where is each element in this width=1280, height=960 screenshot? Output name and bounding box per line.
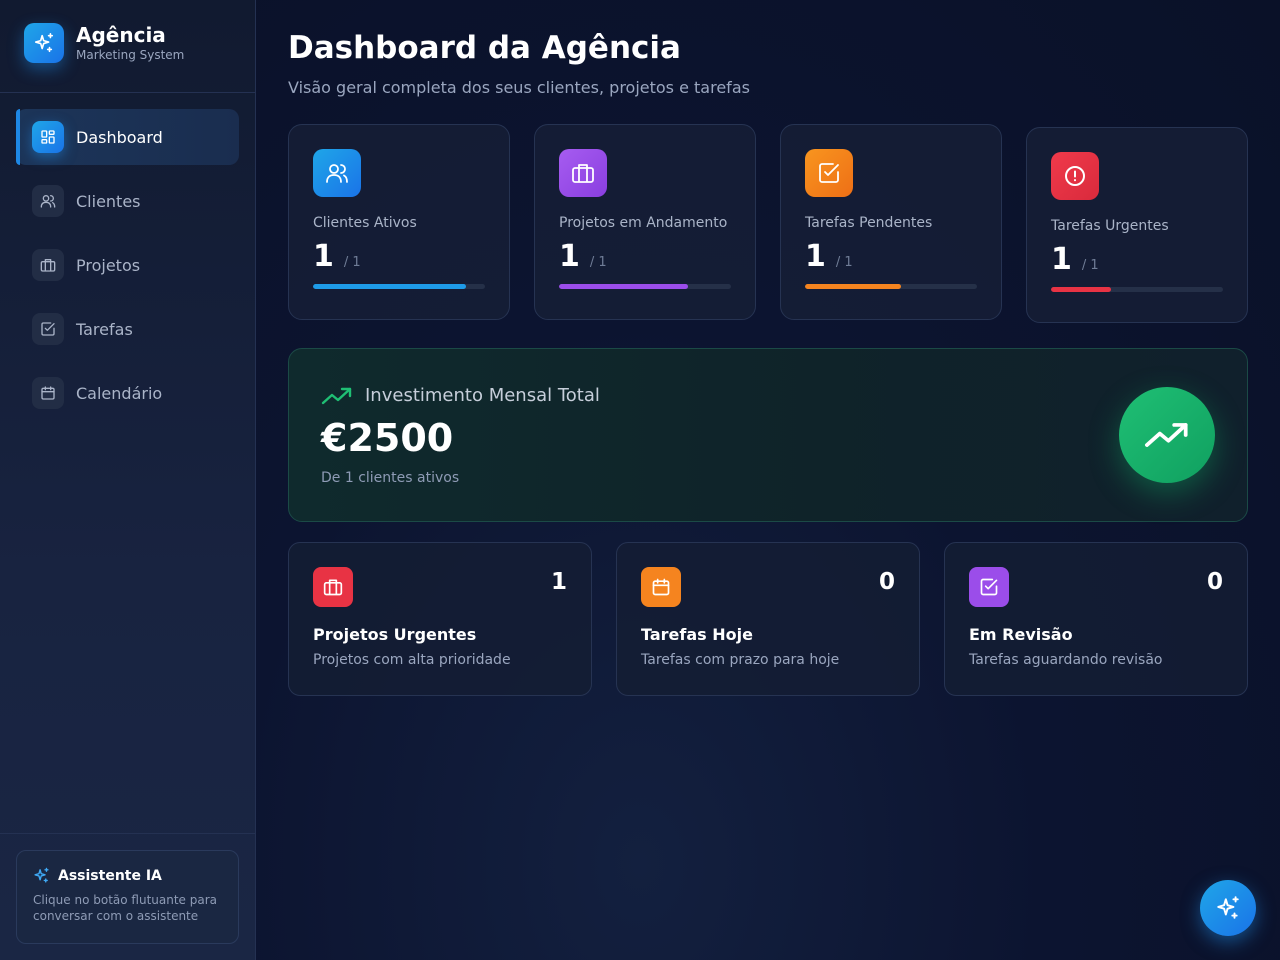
stat-label: Clientes Ativos — [313, 215, 417, 231]
sidebar-nav: Dashboard Clientes Projetos Tarefas Cale… — [0, 93, 255, 421]
assistant-card: Assistente IA Clique no botão flutuante … — [16, 850, 239, 944]
summary-count: 1 — [550, 569, 567, 595]
progress-bar — [559, 284, 731, 289]
summary-card-em-revisao[interactable]: 0 Em Revisão Tarefas aguardando revisão — [944, 542, 1248, 696]
investment-value: €2500 — [321, 416, 454, 460]
stat-value: 1 — [805, 239, 826, 274]
sidebar-footer: Assistente IA Clique no botão flutuante … — [0, 833, 255, 960]
summary-title: Em Revisão — [969, 625, 1073, 644]
stat-total: / 1 — [1081, 258, 1099, 273]
sidebar-item-label: Projetos — [76, 255, 141, 275]
sidebar-item-label: Tarefas — [76, 319, 133, 339]
sparkles-icon — [1215, 895, 1241, 921]
stat-card-clientes: Clientes Ativos 1 / 1 — [288, 124, 510, 320]
sidebar: Agência Marketing System Dashboard Clien… — [0, 0, 256, 960]
stat-label: Projetos em Andamento — [559, 215, 728, 231]
checkbox-icon — [805, 149, 853, 197]
stat-card-tarefas-urgentes: Tarefas Urgentes 1 / 1 — [1026, 127, 1248, 323]
sparkles-icon — [24, 22, 64, 63]
investment-card: Investimento Mensal Total €2500 De 1 cli… — [288, 348, 1248, 522]
sidebar-item-label: Calendário — [76, 383, 163, 403]
progress-bar — [1051, 287, 1223, 292]
progress-fill — [1051, 287, 1112, 292]
stat-total: / 1 — [343, 255, 361, 270]
summary-title: Projetos Urgentes — [313, 625, 477, 644]
progress-bar — [805, 284, 977, 289]
stat-total: / 1 — [835, 255, 853, 270]
alert-circle-icon — [1051, 152, 1099, 200]
investment-subtitle: De 1 clientes ativos — [321, 470, 460, 486]
summary-card-tarefas-hoje[interactable]: 0 Tarefas Hoje Tarefas com prazo para ho… — [616, 542, 920, 696]
progress-fill — [559, 284, 688, 289]
investment-label: Investimento Mensal Total — [365, 385, 600, 406]
sidebar-item-projetos[interactable]: Projetos — [16, 237, 239, 293]
summary-description: Projetos com alta prioridade — [313, 652, 511, 668]
progress-bar — [313, 284, 485, 289]
trending-up-icon — [321, 386, 353, 406]
brand-title: Agência — [76, 23, 166, 47]
page-title: Dashboard da Agência — [288, 30, 681, 66]
stat-card-tarefas-pendentes: Tarefas Pendentes 1 / 1 — [780, 124, 1002, 320]
sidebar-item-calendario[interactable]: Calendário — [16, 365, 239, 421]
sidebar-item-dashboard[interactable]: Dashboard — [16, 109, 239, 165]
sidebar-item-clientes[interactable]: Clientes — [16, 173, 239, 229]
users-icon — [32, 185, 64, 217]
summary-card-projetos-urgentes[interactable]: 1 Projetos Urgentes Projetos com alta pr… — [288, 542, 592, 696]
stat-total: / 1 — [589, 255, 607, 270]
assistant-description: Clique no botão flutuante para conversar… — [33, 893, 217, 923]
sidebar-item-tarefas[interactable]: Tarefas — [16, 301, 239, 357]
stat-value: 1 — [1051, 242, 1072, 277]
summary-count: 0 — [878, 569, 895, 595]
brand-subtitle: Marketing System — [76, 48, 185, 62]
calendar-icon — [32, 377, 64, 409]
checkbox-icon — [32, 313, 64, 345]
sparkles-icon — [33, 867, 50, 884]
dashboard-icon — [32, 121, 64, 153]
stat-card-projetos: Projetos em Andamento 1 / 1 — [534, 124, 756, 320]
assistant-fab-button[interactable] — [1200, 880, 1256, 936]
stat-label: Tarefas Pendentes — [805, 215, 933, 231]
users-icon — [313, 149, 361, 197]
briefcase-icon — [32, 249, 64, 281]
calendar-icon — [641, 567, 681, 607]
sidebar-item-label: Clientes — [76, 191, 141, 211]
progress-fill — [805, 284, 902, 289]
page-subtitle: Visão geral completa dos seus clientes, … — [288, 78, 750, 97]
summary-description: Tarefas aguardando revisão — [969, 652, 1163, 668]
brand: Agência Marketing System — [0, 0, 255, 93]
briefcase-icon — [313, 567, 353, 607]
stat-value: 1 — [559, 239, 580, 274]
checkbox-icon — [969, 567, 1009, 607]
summary-description: Tarefas com prazo para hoje — [641, 652, 840, 668]
summary-count: 0 — [1206, 569, 1223, 595]
trending-up-icon — [1119, 387, 1215, 483]
summary-title: Tarefas Hoje — [641, 625, 753, 644]
stat-label: Tarefas Urgentes — [1051, 218, 1169, 234]
briefcase-icon — [559, 149, 607, 197]
stat-value: 1 — [313, 239, 334, 274]
progress-fill — [313, 284, 467, 289]
assistant-title: Assistente IA — [58, 867, 162, 884]
sidebar-item-label: Dashboard — [76, 127, 163, 147]
